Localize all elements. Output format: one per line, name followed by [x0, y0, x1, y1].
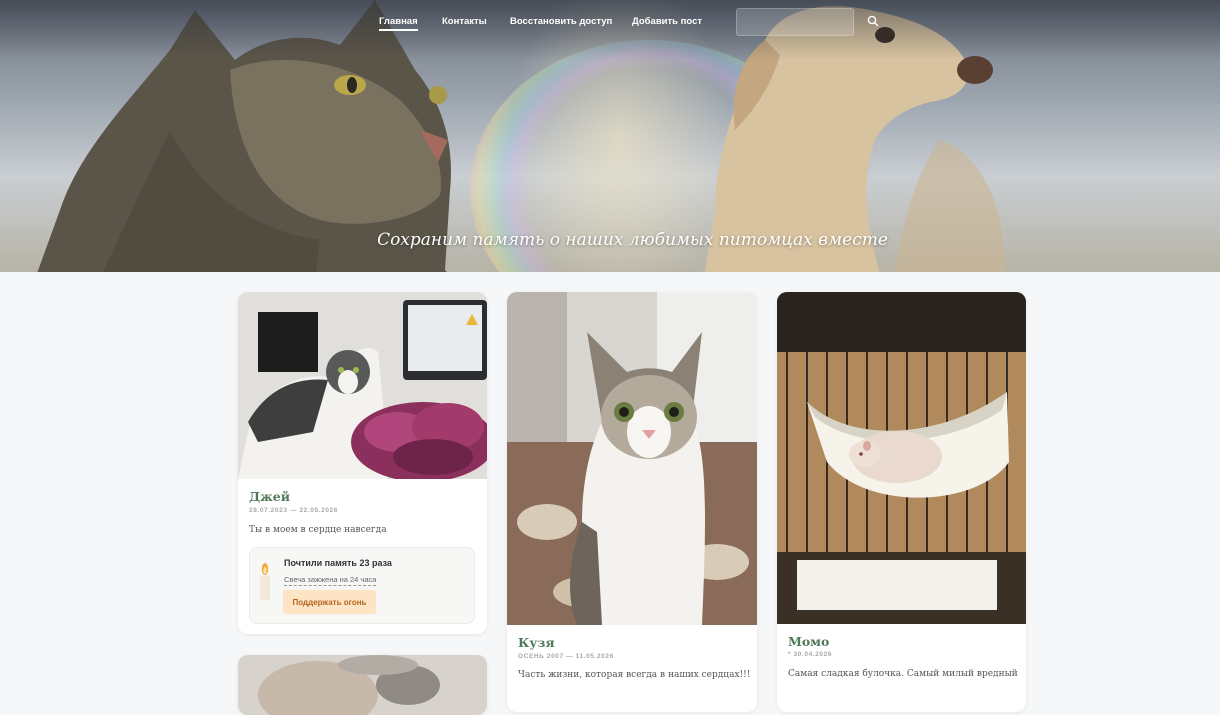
- pet-card[interactable]: Кузя ОСЕНЬ 2007 — 11.05.2026 Часть жизни…: [507, 292, 757, 712]
- memory-panel: Почтили память 23 раза Свеча зажжена на …: [249, 547, 475, 624]
- pet-name[interactable]: Момо: [788, 634, 829, 649]
- pet-photo[interactable]: [777, 292, 1026, 624]
- pet-photo[interactable]: [507, 292, 757, 625]
- nav-item-contacts[interactable]: Контакты: [442, 16, 487, 27]
- memory-count: Почтили память 23 раза: [284, 558, 392, 568]
- candle-duration-link[interactable]: Свеча зажжена на 24 часа: [284, 575, 377, 586]
- pet-name[interactable]: Джей: [249, 489, 290, 504]
- pet-description: Ты в моем в сердце навсегда: [249, 525, 387, 535]
- nav-item-restore-access[interactable]: Восстановить доступ: [510, 16, 612, 27]
- pet-card[interactable]: Момо * 30.04.2026 Самая сладкая булочка.…: [777, 292, 1026, 712]
- support-fire-button[interactable]: Поддержать огонь: [283, 590, 376, 614]
- pet-card[interactable]: [238, 655, 487, 715]
- pet-dates: * 30.04.2026: [788, 651, 833, 658]
- pet-description: Самая сладкая булочка. Самый милый вредн…: [788, 669, 1018, 679]
- pet-name[interactable]: Кузя: [518, 635, 555, 650]
- nav-item-home[interactable]: Главная: [379, 16, 418, 31]
- pet-dates: ОСЕНЬ 2007 — 11.05.2026: [518, 653, 614, 660]
- pet-photo[interactable]: [238, 292, 487, 479]
- pet-dates: 28.07.2023 — 22.05.2026: [249, 507, 338, 514]
- main-nav: Главная Контакты Восстановить доступ Доб…: [0, 10, 1220, 34]
- search-icon[interactable]: [866, 14, 880, 28]
- hero-banner: Главная Контакты Восстановить доступ Доб…: [0, 0, 1220, 272]
- pet-card[interactable]: Джей 28.07.2023 — 22.05.2026 Ты в моем в…: [238, 292, 487, 634]
- pet-photo[interactable]: [238, 655, 487, 715]
- nav-item-add-post[interactable]: Добавить пост: [632, 16, 702, 27]
- hero-tagline: Сохраним память о наших любимых питомцах…: [377, 230, 888, 250]
- candle-icon: [260, 563, 270, 601]
- search-input[interactable]: [736, 8, 854, 36]
